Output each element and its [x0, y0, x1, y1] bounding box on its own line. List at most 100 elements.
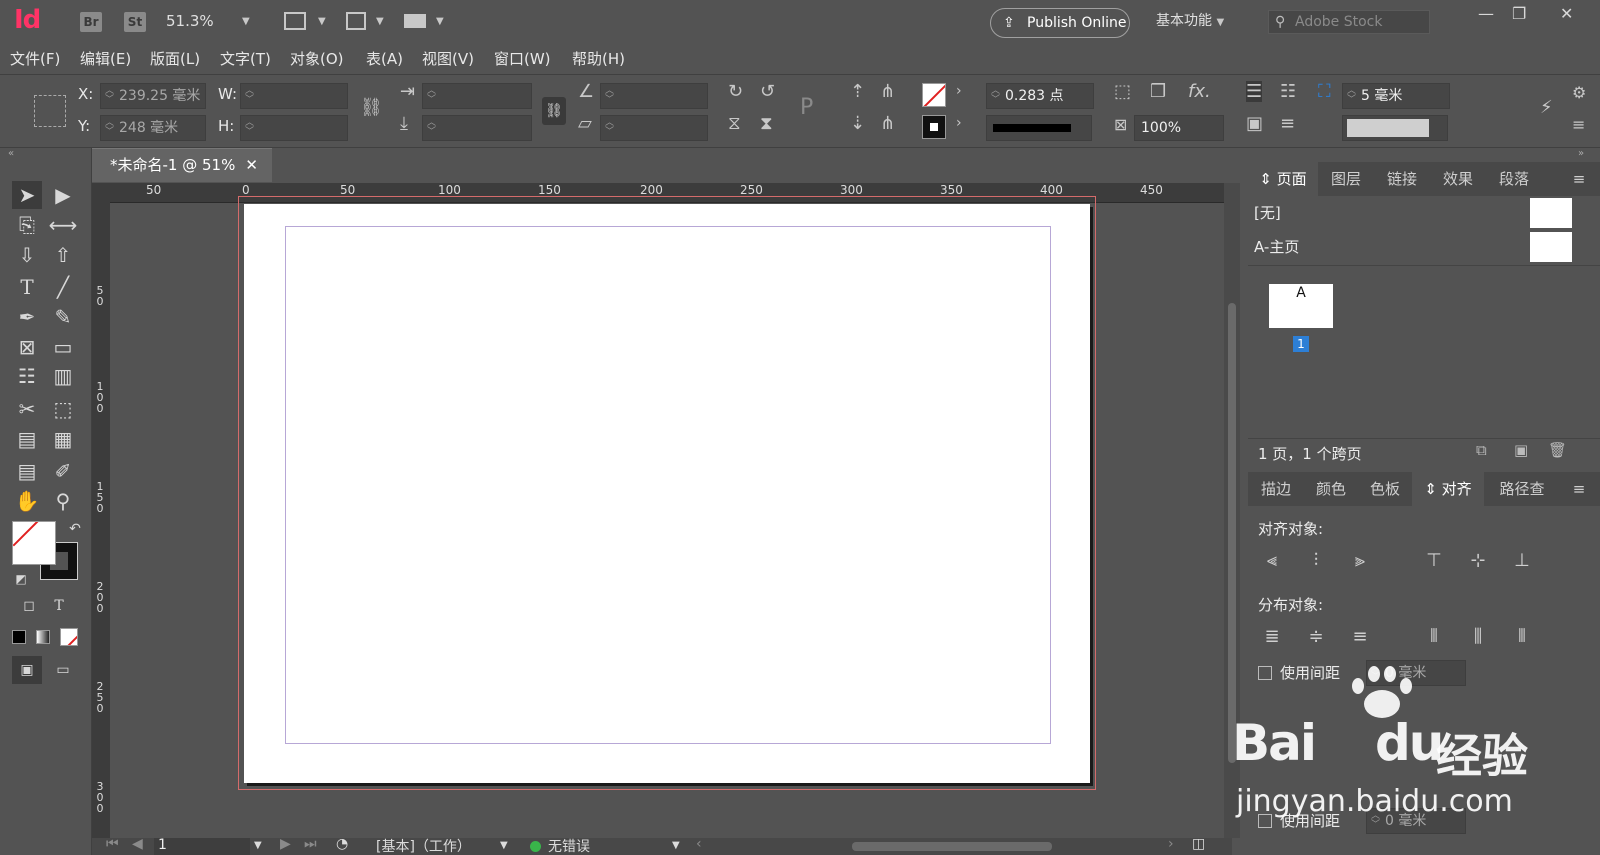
new-page-icon[interactable]: ▣: [1514, 441, 1528, 459]
chevron-down-icon[interactable]: ▼: [254, 840, 262, 851]
menu-type[interactable]: 文字(T): [220, 48, 271, 69]
distribute-bottom-icon[interactable]: ≡: [1348, 625, 1372, 649]
formatting-container-icon[interactable]: ◻: [14, 592, 44, 620]
eyedropper-tool-icon[interactable]: ✐: [48, 457, 78, 485]
text-wrap-jump-icon[interactable]: ≡: [1280, 113, 1295, 134]
free-transform-tool-icon[interactable]: ⬚: [48, 395, 78, 423]
flip-horizontal-icon[interactable]: ⧖: [728, 113, 741, 134]
scissors-tool-icon[interactable]: ✂: [12, 395, 42, 423]
rotation-field[interactable]: ︿ ﹀: [600, 83, 708, 109]
page-thumbnail[interactable]: A: [1269, 284, 1333, 328]
gap-tool-icon[interactable]: ⟷: [48, 211, 78, 239]
scroll-right-icon[interactable]: ›: [1168, 836, 1174, 852]
vertical-grid-tool-icon[interactable]: ▥: [48, 362, 78, 390]
fill-swatch[interactable]: [922, 83, 946, 107]
chevron-down-icon[interactable]: ▼: [242, 16, 250, 27]
opacity-field[interactable]: 100%: [1134, 115, 1224, 141]
stroke-weight-field[interactable]: ︿ ﹀ 0.283 点: [986, 83, 1094, 109]
chevron-down-icon[interactable]: ▼: [672, 840, 680, 851]
rectangle-tool-icon[interactable]: ▭: [48, 333, 78, 361]
next-page-icon[interactable]: ▶: [280, 836, 291, 852]
master-a-thumbnail[interactable]: [1530, 232, 1572, 262]
edit-page-size-icon[interactable]: ⧉: [1476, 441, 1487, 459]
select-container-icon[interactable]: ⇡: [850, 81, 865, 102]
arrange-documents-icon[interactable]: [404, 14, 426, 28]
selection-tool-icon[interactable]: ➤: [12, 181, 42, 209]
open-page-icon[interactable]: ◔: [336, 836, 348, 852]
menu-view[interactable]: 视图(V): [422, 48, 474, 69]
select-content-icon[interactable]: ⇣: [850, 113, 865, 134]
align-right-icon[interactable]: ⫸: [1348, 549, 1372, 573]
align-center-v-icon[interactable]: ⊹: [1466, 549, 1490, 573]
align-bottom-icon[interactable]: ⊥: [1510, 549, 1534, 573]
h-field[interactable]: ︿ ﹀: [240, 115, 348, 141]
distribute-center-h-icon[interactable]: ⫼: [1466, 625, 1490, 649]
menu-help[interactable]: 帮助(H): [572, 48, 625, 69]
link-scale-icon[interactable]: ⛓: [542, 97, 566, 125]
line-tool-icon[interactable]: ╱: [48, 273, 78, 301]
restore-button[interactable]: ❐: [1512, 4, 1526, 23]
first-page-icon[interactable]: ⏮: [106, 836, 119, 852]
master-a-label[interactable]: A-主页: [1254, 236, 1299, 257]
distribute-top-icon[interactable]: ≣: [1260, 625, 1284, 649]
quick-apply-icon[interactable]: ⚡: [1540, 97, 1553, 118]
content-placer-icon[interactable]: ⇧: [48, 241, 78, 269]
menu-object[interactable]: 对象(O): [290, 48, 344, 69]
stock-app-button[interactable]: St: [124, 12, 146, 32]
view-options-icon[interactable]: [346, 12, 366, 30]
distribute-center-v-icon[interactable]: ≑: [1304, 625, 1328, 649]
menu-window[interactable]: 窗口(W): [494, 48, 551, 69]
collapse-dock-icon[interactable]: »: [1578, 148, 1584, 159]
type-tool-icon[interactable]: T: [12, 273, 42, 301]
collapse-icon[interactable]: «: [0, 148, 92, 160]
screen-mode-tool-icon[interactable]: ▭: [48, 656, 78, 684]
constrain-proportions-icon[interactable]: ⛓: [360, 97, 383, 118]
close-tab-icon[interactable]: ✕: [245, 149, 258, 181]
normal-view-mode-icon[interactable]: ▣: [12, 656, 42, 684]
fx-icon[interactable]: fx.: [1188, 81, 1211, 102]
object-style-select[interactable]: [1342, 115, 1448, 141]
stock-search-input[interactable]: ⚲ Adobe Stock: [1268, 10, 1430, 34]
tab-paragraph[interactable]: 段落: [1486, 162, 1542, 196]
drop-shadow-icon[interactable]: ❒: [1150, 81, 1166, 102]
scale-y-field[interactable]: ︿ ﹀: [422, 115, 532, 141]
vertical-ruler[interactable]: 5 0 1 0 0 1 5 0 2 0 0 2 5 0 3 0 0: [92, 203, 110, 838]
bridge-button[interactable]: Br: [80, 12, 102, 32]
settings-icon[interactable]: ⚙: [1572, 83, 1586, 102]
apply-gradient-icon[interactable]: [36, 630, 50, 644]
fill-color-box[interactable]: [12, 521, 56, 565]
menu-table[interactable]: 表(A): [366, 48, 403, 69]
preflight-profile[interactable]: [基本]（工作）: [376, 836, 471, 855]
tab-effects[interactable]: 效果: [1430, 162, 1486, 196]
tab-swatches[interactable]: 色板: [1358, 472, 1412, 506]
formatting-text-icon[interactable]: T: [44, 592, 74, 620]
stroke-type-select[interactable]: [986, 115, 1092, 141]
align-top-icon[interactable]: ⊤: [1422, 549, 1446, 573]
zoom-tool-icon[interactable]: ⚲: [48, 487, 78, 515]
tab-color[interactable]: 颜色: [1304, 472, 1358, 506]
scrollbar-thumb[interactable]: [1228, 303, 1236, 763]
menu-file[interactable]: 文件(F): [10, 48, 60, 69]
master-none-label[interactable]: [无]: [1254, 202, 1281, 223]
rotate-ccw-icon[interactable]: ↺: [760, 81, 775, 102]
workspace-switcher[interactable]: 基本功能 ▼: [1156, 10, 1224, 30]
page-tool-icon[interactable]: ⎘: [12, 211, 42, 239]
minimize-button[interactable]: —: [1478, 4, 1494, 23]
document-tab[interactable]: *未命名-1 @ 51% ✕: [92, 148, 272, 182]
hand-tool-icon[interactable]: ✋: [12, 487, 42, 515]
select-next-icon[interactable]: ⋔: [880, 113, 895, 134]
select-previous-icon[interactable]: ⋔: [880, 81, 895, 102]
chevron-down-icon[interactable]: ▼: [436, 16, 444, 27]
screen-mode-icon[interactable]: [284, 12, 306, 30]
text-wrap-none-icon[interactable]: ☰: [1246, 81, 1263, 102]
default-colors-icon[interactable]: ◩: [6, 565, 36, 593]
panel-menu-icon[interactable]: ≡: [1572, 115, 1585, 134]
chevron-down-icon[interactable]: ▼: [318, 16, 326, 27]
tab-pages[interactable]: ⇕ 页面: [1248, 162, 1318, 196]
master-none-thumbnail[interactable]: [1530, 198, 1572, 228]
swap-colors-icon[interactable]: ↶: [60, 515, 90, 543]
tab-layers[interactable]: 图层: [1318, 162, 1374, 196]
gradient-swatch-tool-icon[interactable]: ▤: [12, 425, 42, 453]
fill-chevron-icon[interactable]: ›: [956, 83, 962, 99]
align-left-icon[interactable]: ⫷: [1260, 549, 1284, 573]
